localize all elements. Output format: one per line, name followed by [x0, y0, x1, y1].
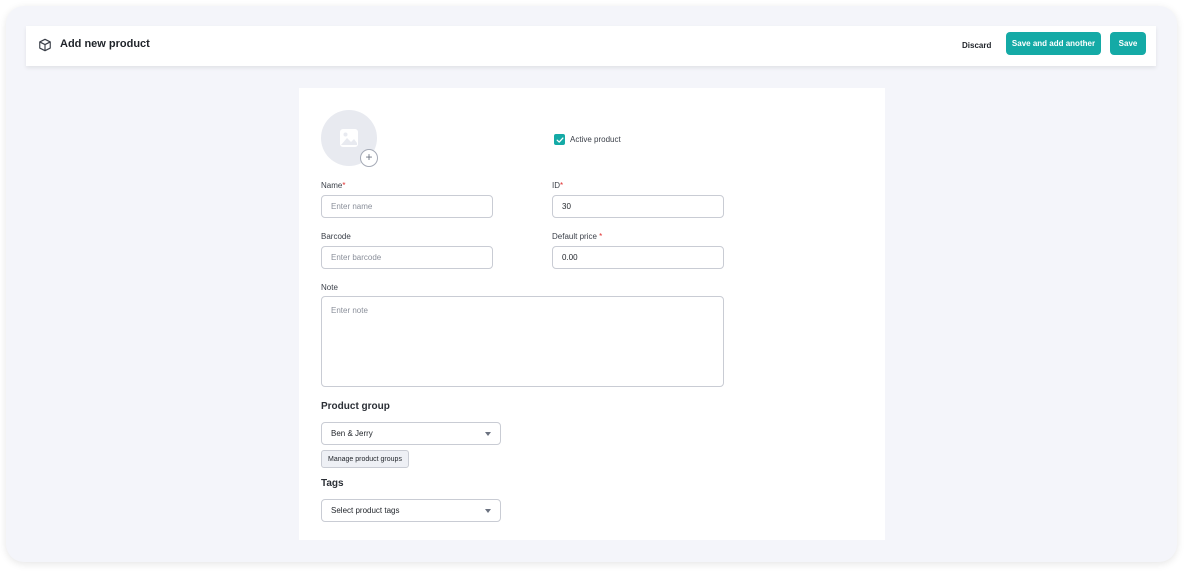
- tags-placeholder: Select product tags: [331, 506, 400, 515]
- barcode-input[interactable]: [321, 246, 493, 269]
- top-bar: Add new product Discard Save and add ano…: [26, 26, 1156, 66]
- id-input[interactable]: [552, 195, 724, 218]
- product-form-card: + Active product Name* ID* Barcode Defau…: [299, 88, 885, 540]
- id-label: ID*: [552, 181, 563, 190]
- caret-down-icon: [485, 432, 491, 436]
- image-icon: [340, 129, 358, 147]
- note-textarea[interactable]: [321, 296, 724, 387]
- product-group-title: Product group: [321, 401, 390, 412]
- default-price-input[interactable]: [552, 246, 724, 269]
- default-price-label-text: Default price: [552, 232, 597, 241]
- product-group-select[interactable]: Ben & Jerry: [321, 422, 501, 445]
- barcode-label: Barcode: [321, 232, 351, 241]
- name-label: Name*: [321, 181, 345, 190]
- product-group-selected: Ben & Jerry: [331, 429, 373, 438]
- required-mark: *: [560, 181, 564, 190]
- required-mark: *: [599, 232, 603, 241]
- note-label: Note: [321, 283, 338, 292]
- id-label-text: ID: [552, 181, 560, 190]
- page-title: Add new product: [60, 38, 150, 50]
- plus-icon[interactable]: +: [360, 149, 378, 167]
- save-and-add-another-button[interactable]: Save and add another: [1006, 32, 1101, 55]
- manage-product-groups-button[interactable]: Manage product groups: [321, 450, 409, 468]
- save-button[interactable]: Save: [1110, 32, 1146, 55]
- required-mark: *: [342, 181, 346, 190]
- active-product-checkbox[interactable]: [554, 134, 565, 145]
- caret-down-icon: [485, 509, 491, 513]
- product-image-upload[interactable]: +: [321, 110, 378, 167]
- active-product-label: Active product: [570, 135, 621, 144]
- name-label-text: Name: [321, 181, 343, 190]
- active-product-toggle[interactable]: Active product: [554, 134, 621, 145]
- tags-title: Tags: [321, 478, 344, 489]
- tags-select[interactable]: Select product tags: [321, 499, 501, 522]
- check-icon: [556, 136, 564, 143]
- box-icon: [39, 38, 51, 52]
- discard-button[interactable]: Discard: [952, 34, 1001, 58]
- app-window: Add new product Discard Save and add ano…: [6, 6, 1177, 562]
- default-price-label: Default price *: [552, 232, 602, 241]
- name-input[interactable]: [321, 195, 493, 218]
